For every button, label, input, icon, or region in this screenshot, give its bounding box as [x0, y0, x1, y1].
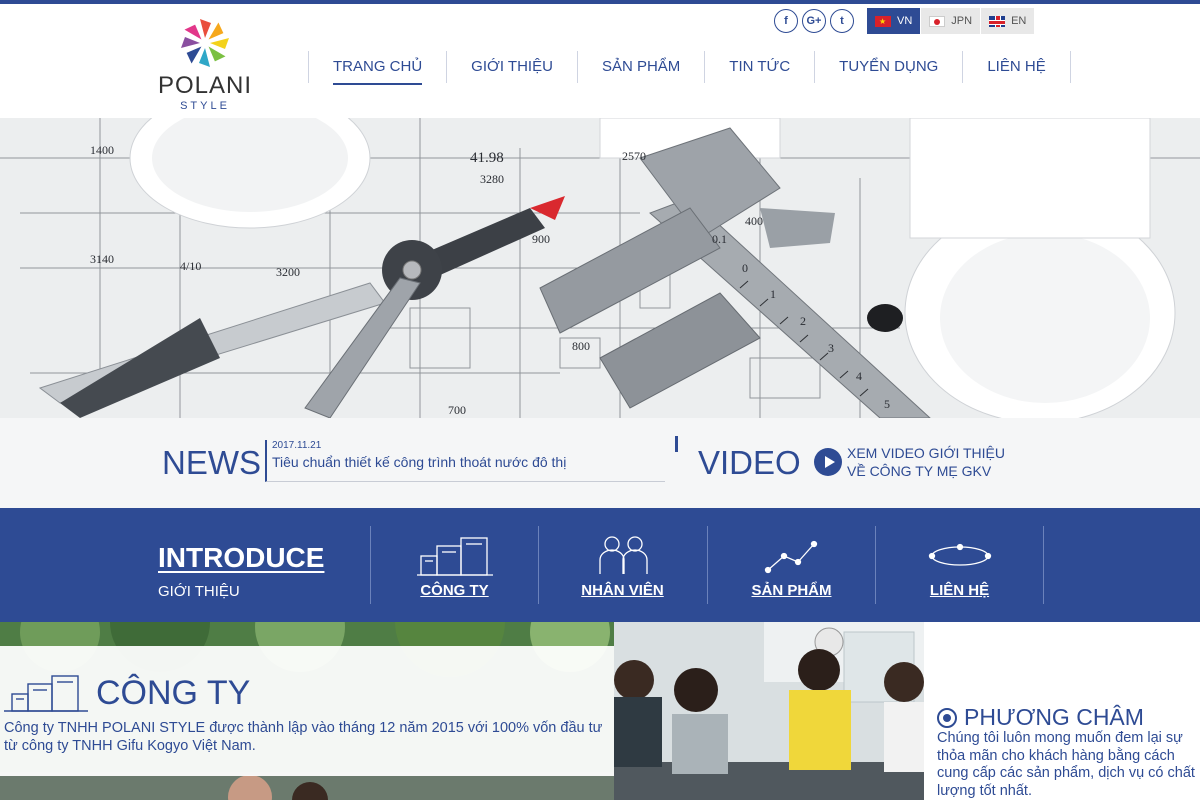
lang-label: VN: [897, 15, 913, 27]
hero-label: 3200: [276, 265, 300, 279]
video-heading: VIDEO: [698, 444, 801, 481]
hero-label: 41.98: [470, 150, 504, 166]
motto-line: cung cấp các sản phẩm, dịch vụ có chất: [937, 765, 1195, 781]
building-icon: [416, 537, 493, 576]
lang-vn[interactable]: VN: [866, 8, 921, 34]
news-date: 2017.11.21: [272, 440, 322, 451]
facebook-icon[interactable]: f: [774, 9, 798, 33]
motto-description: Chúng tôi luôn mong muốn đem lại sự thỏa…: [937, 730, 1200, 800]
hero-label: 3280: [480, 172, 504, 186]
intro-item-company[interactable]: CÔNG TY: [370, 526, 538, 604]
hero-label: 0: [742, 261, 748, 275]
nav-item-contact[interactable]: LIÊN HỆ: [962, 51, 1071, 83]
hero-label: 1400: [90, 143, 114, 157]
nav-item-home[interactable]: TRANG CHỦ: [308, 51, 446, 85]
lang-label: EN: [1011, 15, 1027, 27]
lang-en[interactable]: EN: [980, 8, 1035, 34]
news-heading: NEWS: [162, 444, 261, 481]
hero-label: 0.1: [712, 232, 727, 246]
divider: [675, 436, 678, 452]
social-links: f G+ t: [774, 9, 854, 33]
news-item[interactable]: 2017.11.21 Tiêu chuẩn thiết kế công trìn…: [265, 440, 665, 482]
introduce-band: INTRODUCE GIỚI THIỆU CÔNG TY NHÂN VIÊN S…: [0, 508, 1200, 622]
people-icon: [598, 536, 648, 574]
vietnam-flag-icon: [875, 15, 891, 27]
introduce-title[interactable]: INTRODUCE: [158, 542, 324, 574]
hero-label: 2: [800, 314, 806, 328]
hero-label: 900: [532, 232, 550, 246]
logo-tagline: STYLE: [180, 100, 230, 112]
hero-blueprint-image: 41.98 3280 2570 3140 3200 4/10 900 800 7…: [0, 118, 1200, 418]
hero-label: 5: [884, 397, 890, 411]
company-description: Công ty TNHH POLANI STYLE được thành lập…: [4, 720, 603, 754]
introduce-subtitle: GIỚI THIỆU: [158, 583, 240, 600]
motto-line: lượng tốt nhất.: [937, 782, 1032, 799]
intro-item-contact[interactable]: LIÊN HỆ: [875, 526, 1043, 604]
hero-label: 400: [745, 214, 763, 228]
motto-line: thỏa mãn cho khách hàng bằng cách: [937, 747, 1175, 764]
company-card: [0, 646, 614, 776]
news-headline[interactable]: Tiêu chuẩn thiết kế công trình thoát nướ…: [272, 454, 665, 470]
logo-name: POLANI: [157, 72, 253, 99]
motto-line: Chúng tôi luôn mong muốn đem lại sự: [937, 730, 1183, 746]
nav-item-careers[interactable]: TUYỂN DỤNG: [814, 51, 962, 83]
play-icon[interactable]: [814, 448, 842, 476]
building-icon: [4, 675, 88, 712]
nav-item-about[interactable]: GIỚI THIỆU: [446, 51, 577, 83]
video-link-line: VỀ CÔNG TY MẸ GKV: [847, 463, 992, 479]
intro-item-label: CÔNG TY: [420, 582, 489, 599]
lang-label: JPN: [951, 15, 973, 27]
logo-flower-icon: [181, 19, 229, 67]
hero-label: 1: [770, 287, 776, 301]
divider: [1043, 526, 1044, 604]
nav-item-news[interactable]: TIN TỨC: [704, 51, 814, 83]
video-link-line: XEM VIDEO GIỚI THIỆU: [847, 445, 1005, 461]
hero-label: 800: [572, 339, 590, 353]
company-title: CÔNG TY: [96, 674, 251, 712]
intro-item-label: LIÊN HỆ: [929, 582, 990, 599]
news-video-band: NEWS 2017.11.21 Tiêu chuẩn thiết kế công…: [0, 418, 1200, 508]
target-icon: [937, 708, 957, 728]
line-chart-icon: [764, 540, 817, 574]
company-section: CÔNG TY Công ty TNHH POLANI STYLE được t…: [0, 622, 1200, 800]
nav-item-products[interactable]: SẢN PHẨM: [576, 51, 704, 83]
uk-flag-icon: [989, 15, 1006, 27]
hero-banner: 41.98 3280 2570 3140 3200 4/10 900 800 7…: [0, 118, 1200, 418]
team-meeting-image: [614, 622, 924, 800]
google-plus-icon[interactable]: G+: [802, 9, 826, 33]
intro-item-label: NHÂN VIÊN: [581, 582, 664, 599]
main-nav: TRANG CHỦ GIỚI THIỆU SẢN PHẨM TIN TỨC TU…: [308, 51, 1071, 85]
language-switcher: VN JPN EN: [866, 8, 1035, 34]
hero-label: 2570: [622, 149, 646, 163]
hero-label: 3140: [90, 252, 114, 266]
hero-label: 3: [828, 341, 834, 355]
logo[interactable]: POLANI STYLE: [150, 14, 260, 114]
hero-label: 4: [856, 369, 862, 383]
hero-label: 700: [448, 403, 466, 417]
motto-title: PHƯƠNG CHÂM: [964, 704, 1144, 730]
intro-item-staff[interactable]: NHÂN VIÊN: [538, 526, 706, 604]
video-link[interactable]: XEM VIDEO GIỚI THIỆU VỀ CÔNG TY MẸ GKV: [847, 444, 1005, 480]
japan-flag-icon: [929, 15, 946, 27]
team-photo: [614, 622, 924, 800]
intro-item-label: SẢN PHẨM: [751, 582, 832, 599]
hero-label: 4/10: [180, 259, 201, 273]
twitter-icon[interactable]: t: [830, 9, 854, 33]
site-header: POLANI STYLE f G+ t VN JPN EN TRANG CHỦ …: [0, 4, 1200, 118]
lang-jpn[interactable]: JPN: [920, 8, 981, 34]
orbit-icon: [928, 543, 991, 566]
intro-item-products[interactable]: SẢN PHẨM: [707, 526, 875, 604]
